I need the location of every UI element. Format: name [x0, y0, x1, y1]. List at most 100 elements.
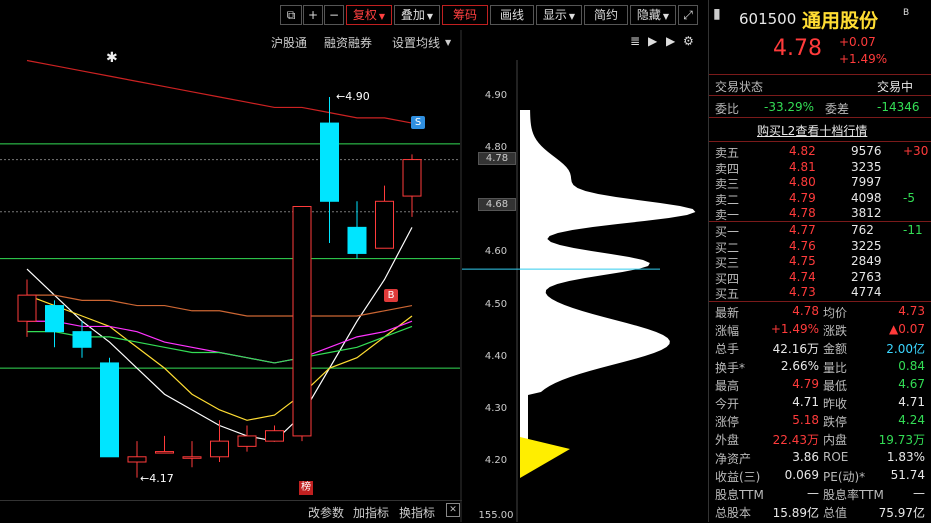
fuquan-dropdown[interactable]: 复权 ▼	[346, 5, 392, 25]
ask-level-label: 卖四	[715, 161, 740, 176]
ask-level-label: 卖二	[715, 192, 740, 207]
bid-level-label: 买四	[715, 271, 740, 286]
flag2-icon[interactable]: ▶	[666, 34, 675, 48]
stat-value: 4.73	[898, 304, 925, 318]
bid-volume: 2849	[851, 254, 882, 268]
bid-volume: 3225	[851, 238, 882, 253]
stat-label: 最高	[715, 378, 740, 393]
ask-volume: 4098	[851, 190, 882, 205]
yincang-label: 隐藏	[636, 8, 661, 22]
bid-level-label: 买二	[715, 240, 740, 255]
bid-level-label: 买五	[715, 287, 740, 301]
diejia-dropdown[interactable]: 叠加 ▼	[394, 5, 440, 25]
bid-price[interactable]: 4.75	[789, 254, 816, 268]
axis-tick-label: 4.50	[484, 299, 508, 310]
ask-volume: 3235	[851, 159, 882, 174]
close-icon[interactable]: ✕	[446, 503, 460, 517]
hugutong-link[interactable]: 沪股通	[271, 34, 307, 51]
kline-chart[interactable]	[0, 0, 708, 522]
chevron-down-icon: ▼	[662, 12, 670, 21]
buy-signal-marker[interactable]: B	[384, 289, 398, 302]
ask-change: +30	[903, 144, 929, 158]
stat-label: 内盘	[823, 433, 848, 448]
xianshi-dropdown[interactable]: 显示 ▼	[536, 5, 582, 25]
stat-value: 4.71	[792, 395, 819, 409]
indicator-bar: 改参数 加指标 换指标 ✕	[0, 500, 462, 523]
flag-icon[interactable]: ▶	[648, 34, 657, 48]
gear-icon[interactable]: ⚙	[683, 34, 694, 48]
fullscreen-icon[interactable]: ⤢	[678, 5, 698, 25]
chart-toolbar: ⧉ + − 复权 ▼ 叠加 ▼ 筹码 画线 显示 ▼ 简约 隐藏 ▼ ⤢	[0, 0, 700, 30]
status-value: 交易中	[877, 80, 914, 94]
candle-body	[45, 305, 64, 333]
stat-label: 昨收	[823, 397, 848, 411]
bid-level-label: 买一	[715, 225, 740, 239]
ask-volume: 9576	[851, 144, 882, 158]
yincang-dropdown[interactable]: 隐藏 ▼	[630, 5, 676, 25]
high-price-value: 4.90	[345, 90, 370, 103]
chouma-button[interactable]: 筹码	[442, 5, 488, 25]
collapse-icon[interactable]: ▮	[713, 6, 721, 22]
candle-body	[17, 294, 37, 322]
stat-value: 4.79	[792, 376, 819, 391]
weicha-label: 委差	[825, 102, 850, 116]
ask-price[interactable]: 4.82	[789, 144, 816, 158]
l2-link[interactable]: 购买L2查看十档行情	[757, 122, 867, 139]
ask-price[interactable]: 4.81	[789, 160, 816, 174]
axis-tick-label: 4.60	[484, 246, 508, 257]
price-change: +0.07	[839, 35, 876, 49]
huaxian-button[interactable]: 画线	[490, 5, 534, 25]
ask-price[interactable]: 4.78	[789, 206, 816, 220]
bid-level-label: 买三	[715, 256, 740, 270]
bid-price[interactable]: 4.76	[789, 239, 816, 253]
stat-value: 1.83%	[886, 449, 925, 464]
huan-zhibiao-button[interactable]: 换指标	[399, 504, 435, 521]
bang-marker[interactable]: 榜	[299, 481, 313, 495]
zoom-in-button[interactable]: +	[303, 5, 323, 25]
candle-body	[182, 456, 202, 459]
ask-level-label: 卖五	[715, 146, 740, 160]
fuquan-label: 复权	[352, 8, 377, 22]
axis-tick-label: 155.00	[478, 510, 514, 521]
sell-signal-marker[interactable]: S	[411, 116, 425, 129]
candle-body	[320, 122, 339, 202]
ask-volume: 7997	[851, 175, 882, 189]
jianyue-button[interactable]: 简约	[584, 5, 628, 25]
zoom-out-button[interactable]: −	[324, 5, 344, 25]
candle-body	[375, 200, 394, 249]
list-icon[interactable]: ≣	[630, 34, 640, 48]
chevron-down-icon: ▼	[568, 12, 576, 21]
bid-price[interactable]: 4.73	[789, 285, 816, 299]
axis-tick-label: 4.30	[484, 403, 508, 414]
stat-value: 75.97亿	[878, 506, 925, 521]
weibi-value: -33.29%	[764, 100, 815, 114]
current-price: 4.78	[773, 36, 822, 61]
status-label: 交易状态	[715, 80, 764, 94]
bid-volume: 2763	[851, 269, 882, 284]
shezhi-dropdown[interactable]: 设置均线	[392, 34, 440, 51]
bid-volume: 4774	[851, 285, 882, 299]
stat-value: 22.43万	[772, 433, 819, 448]
candle-body	[292, 206, 312, 437]
ask-volume: 3812	[851, 206, 882, 220]
b-tag: B	[903, 8, 910, 18]
gai-canshu-button[interactable]: 改参数	[308, 504, 344, 521]
candle-body	[127, 456, 147, 463]
ask-price[interactable]: 4.79	[789, 191, 816, 205]
candle-body	[100, 362, 119, 458]
stat-label: 换手*	[715, 360, 746, 375]
stat-value: ▲0.07	[889, 322, 925, 337]
stat-label: 涨幅	[715, 324, 740, 339]
stat-value: —	[913, 486, 925, 500]
stat-value: 4.67	[898, 376, 925, 391]
bid-price[interactable]: 4.74	[789, 270, 816, 284]
price-change-pct: +1.49%	[839, 52, 888, 66]
stat-value: 3.86	[792, 449, 819, 464]
bid-price[interactable]: 4.77	[789, 223, 816, 237]
stat-value: +1.49%	[770, 322, 819, 337]
rongzi-link[interactable]: 融资融券	[324, 34, 372, 51]
jia-zhibiao-button[interactable]: 加指标	[353, 504, 389, 521]
stat-label: 涨跌	[823, 324, 848, 339]
lock-icon[interactable]: ⧉	[280, 5, 302, 25]
ask-price[interactable]: 4.80	[789, 175, 816, 189]
